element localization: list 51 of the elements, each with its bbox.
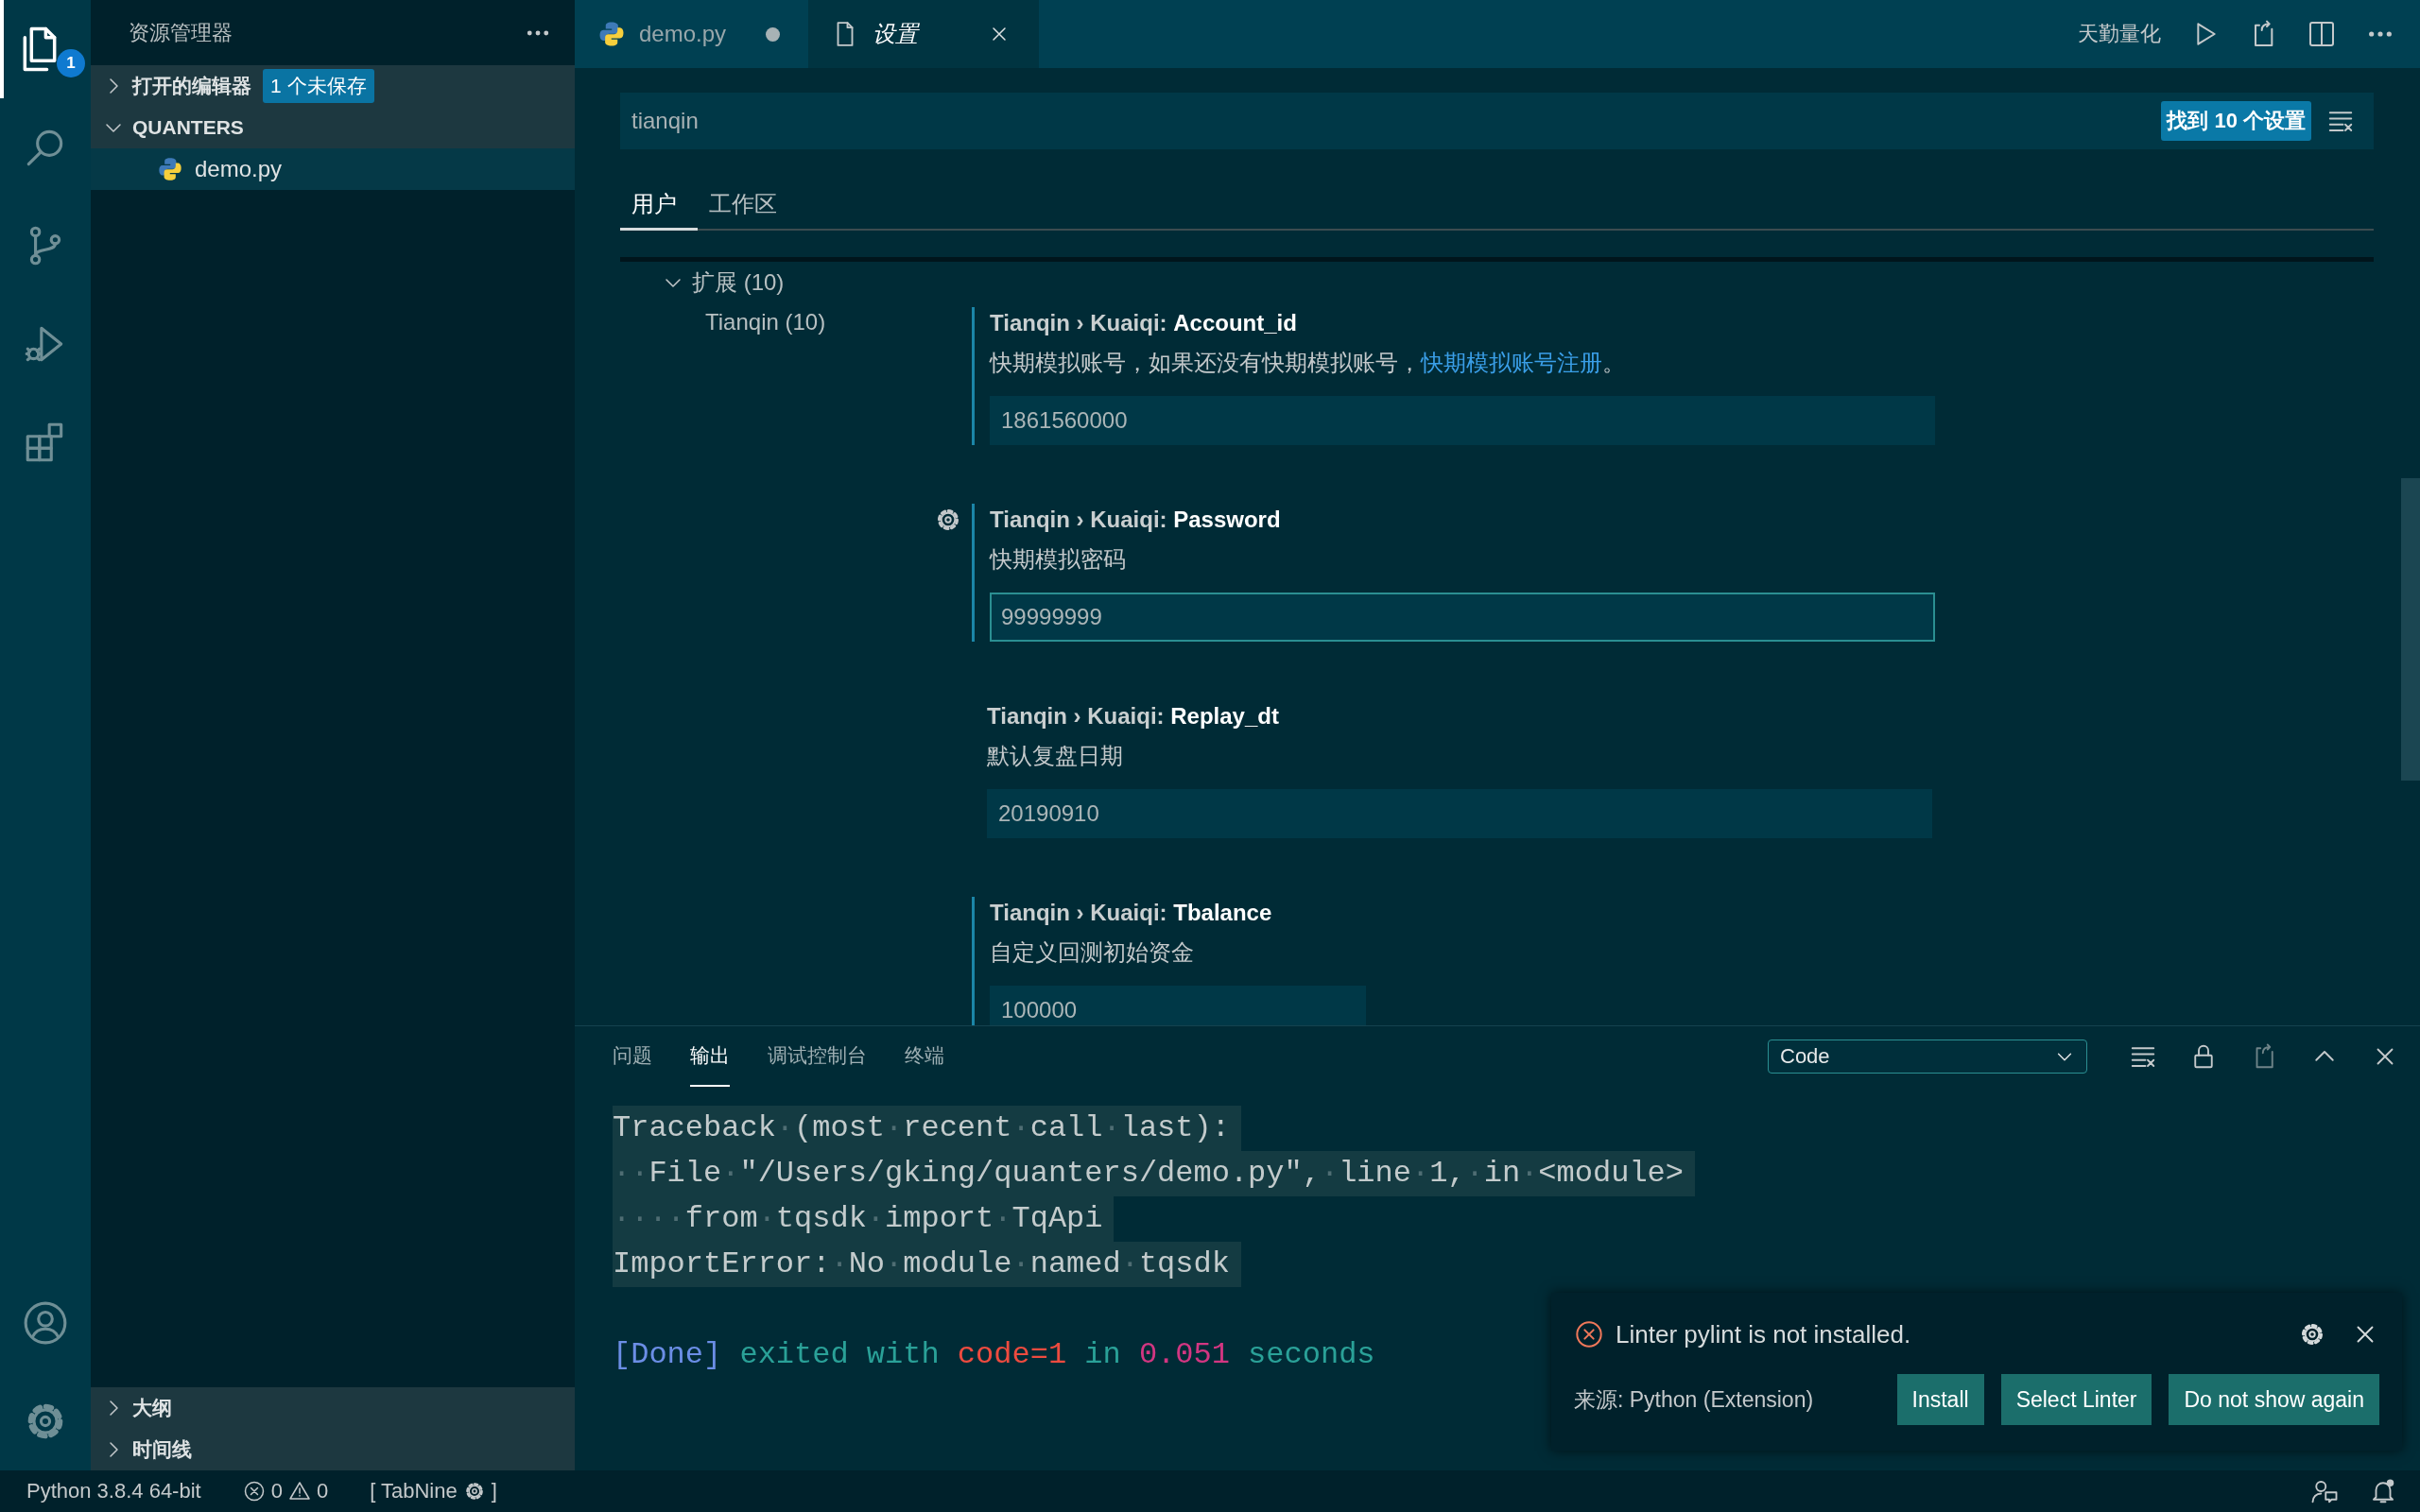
scope-tab[interactable]: 用户	[620, 180, 698, 231]
setting-description: 自定义回测初始资金	[990, 938, 1195, 967]
extension-label[interactable]: 天勤量化	[2078, 20, 2161, 48]
notification-source: 来源: Python (Extension)	[1574, 1385, 1814, 1414]
setting-description: 快期模拟密码	[990, 545, 1127, 574]
link[interactable]: 快期模拟账号注册	[1421, 350, 1602, 375]
unsaved-badge: 1 个未保存	[263, 69, 374, 103]
python-file-icon	[597, 20, 626, 48]
editor-tab[interactable]: 设置	[808, 0, 1040, 68]
panel-tab[interactable]: 输出	[690, 1026, 730, 1087]
panel-tab[interactable]: 问题	[613, 1026, 652, 1087]
tree-item[interactable]: 扩展 (10)	[620, 264, 925, 301]
sidebar-title: 资源管理器	[129, 19, 233, 46]
setting-description: 默认复盘日期	[987, 742, 1124, 770]
input-field[interactable]: 99999999	[990, 593, 1935, 642]
tabnine-status[interactable]: [ TabNine ]	[370, 1479, 497, 1503]
output-channel-dropdown[interactable]: Code	[1768, 1040, 2087, 1074]
notification-message: Linter pylint is not installed.	[1616, 1319, 1911, 1349]
setting-description: 快期模拟账号，如果还没有快期模拟账号，快期模拟账号注册。	[990, 349, 1626, 377]
panel-tab[interactable]: 调试控制台	[768, 1026, 867, 1087]
result-count-badge: 找到 10 个设置	[2161, 101, 2311, 141]
warning-icon	[287, 1480, 311, 1503]
search-field[interactable]: tianqin 找到 10 个设置	[620, 93, 2374, 149]
setting-title: Tianqin › Kuaiqi: Replay_dt	[987, 702, 1280, 730]
output-line: [Done] exited with code=1 in 0.051 seconds	[613, 1336, 1376, 1374]
section-header[interactable]: QUANTERS	[91, 107, 575, 148]
file-item[interactable]: demo.py	[91, 148, 575, 190]
files-icon[interactable]	[23, 26, 57, 72]
section-header[interactable]: 时间线	[91, 1429, 575, 1470]
section-header[interactable]: 大纲	[91, 1387, 575, 1429]
problems-status[interactable]: 0 0	[242, 1479, 329, 1503]
setting-title: Tianqin › Kuaiqi: Password	[990, 506, 1282, 534]
scope-tab[interactable]: 工作区	[698, 180, 788, 231]
panel-tab[interactable]: 终端	[905, 1026, 944, 1087]
action-button[interactable]: Select Linter	[2000, 1374, 2152, 1425]
section-header[interactable]: 打开的编辑器 1 个未保存	[91, 65, 575, 107]
scroll-bar[interactable]	[2401, 478, 2420, 781]
python-file-icon	[157, 156, 183, 182]
setting-title: Tianqin › Kuaiqi: Tbalance	[990, 899, 1273, 927]
action-button[interactable]: Do not show again	[2169, 1374, 2379, 1425]
interpreter-status[interactable]: Python 3.8.4 64-bit	[26, 1479, 201, 1503]
input-field[interactable]: 20190910	[987, 789, 1932, 838]
input-field[interactable]: 1861560000	[990, 396, 1935, 445]
setting-title: Tianqin › Kuaiqi: Account_id	[990, 309, 1298, 337]
error-icon	[242, 1480, 266, 1503]
split-editor-icon[interactable]	[2307, 19, 2337, 49]
input-field[interactable]: 100000	[990, 986, 1366, 1025]
action-button[interactable]: Install	[1896, 1374, 1984, 1425]
count-badge: 1	[57, 49, 85, 77]
account-icon[interactable]	[22, 1299, 69, 1347]
tree-item[interactable]: Tianqin (10)	[620, 301, 925, 343]
